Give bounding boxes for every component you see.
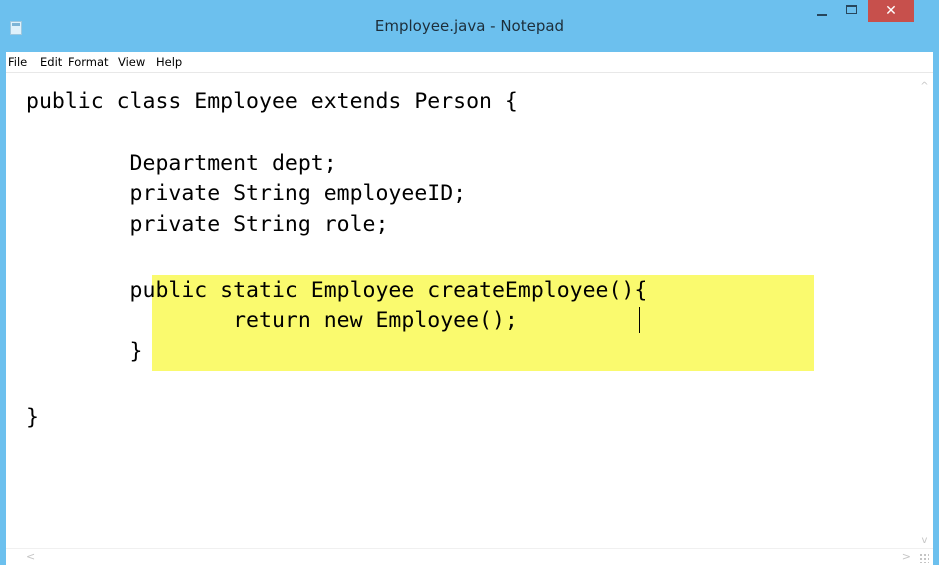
code-line: private String employeeID; — [26, 181, 467, 206]
menu-edit[interactable]: Edit — [40, 55, 62, 69]
text-caret — [639, 307, 640, 333]
code-line: public static Employee createEmployee(){ — [26, 278, 648, 303]
code-line: public class Employee extends Person { — [26, 89, 518, 114]
notepad-window: Employee.java - Notepad ✕ File Edit Form… — [0, 0, 939, 565]
menu-view[interactable]: View — [118, 55, 145, 69]
code-line: private String role; — [26, 212, 389, 237]
code-line: } — [26, 405, 39, 430]
code-line: return new Employee(); — [26, 308, 518, 333]
menu-help[interactable]: Help — [156, 55, 182, 69]
minimize-button[interactable] — [808, 0, 836, 22]
resize-grip-icon[interactable] — [919, 553, 929, 563]
maximize-button[interactable] — [838, 0, 866, 22]
scroll-right-icon[interactable]: > — [902, 550, 911, 563]
scroll-down-icon[interactable]: v — [916, 535, 933, 546]
horizontal-scrollbar[interactable]: < > — [6, 548, 933, 565]
close-button[interactable]: ✕ — [868, 0, 914, 22]
menu-file[interactable]: File — [8, 55, 27, 69]
text-editor-area[interactable]: public class Employee extends Person { D… — [6, 73, 933, 548]
title-bar[interactable]: Employee.java - Notepad ✕ — [0, 0, 939, 52]
code-line: } — [26, 339, 143, 364]
vertical-scrollbar[interactable]: ^ v — [916, 73, 933, 548]
scroll-left-icon[interactable]: < — [26, 550, 35, 563]
window-title: Employee.java - Notepad — [374, 17, 565, 35]
scroll-up-icon[interactable]: ^ — [916, 81, 933, 92]
code-text[interactable]: public class Employee extends Person { D… — [6, 73, 914, 548]
menu-format[interactable]: Format — [68, 55, 109, 69]
code-line: Department dept; — [26, 151, 337, 176]
menu-bar: File Edit Format View Help — [6, 52, 933, 73]
